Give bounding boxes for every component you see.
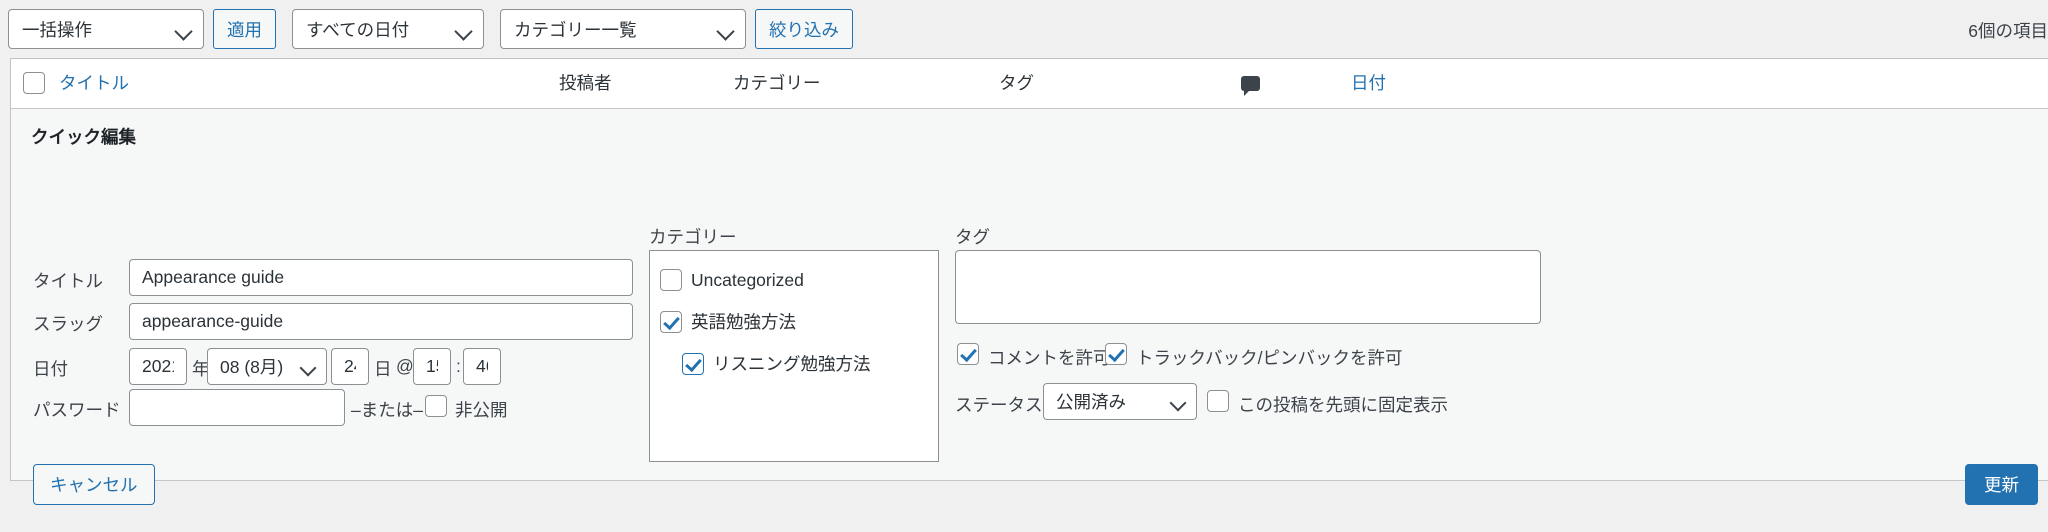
column-header-title[interactable]: タイトル — [59, 59, 129, 108]
sticky-post-label: この投稿を先頭に固定表示 — [1238, 395, 1448, 415]
allow-comments-label: コメントを許可 — [988, 348, 1111, 368]
posts-list-table: タイトル 投稿者 カテゴリー タグ 日付 クイック編集 タイトル スラッグ 日付… — [10, 58, 2048, 505]
categories-checklist[interactable]: Uncategorized 英語勉強方法 リスニング勉強方法 — [649, 250, 939, 462]
date-field-label: 日付 — [33, 359, 68, 379]
status-select[interactable]: 公開済み — [1043, 383, 1197, 420]
title-field-label: タイトル — [33, 271, 103, 291]
chevron-down-icon — [716, 22, 735, 41]
category-checkbox[interactable] — [660, 269, 682, 291]
wordpress-posts-list-screen: 一括操作 適用 すべての日付 カテゴリー一覧 絞り込み 6個の項目 タイトル 投… — [0, 0, 2048, 532]
date-month-select[interactable]: 08 (8月) — [207, 348, 327, 385]
quick-edit-heading: クイック編集 — [31, 127, 136, 147]
slug-input[interactable] — [129, 303, 633, 340]
update-button[interactable]: 更新 — [1965, 464, 2038, 505]
category-filter-value: カテゴリー一覧 — [514, 19, 637, 40]
category-item[interactable]: Uncategorized — [660, 269, 938, 291]
bulk-action-select[interactable]: 一括操作 — [8, 9, 204, 49]
category-label: Uncategorized — [691, 269, 804, 290]
allow-trackback-checkbox[interactable] — [1105, 343, 1127, 365]
column-header-category: カテゴリー — [733, 73, 821, 93]
bulk-action-value: 一括操作 — [22, 19, 92, 40]
date-month-value: 08 (8月) — [220, 357, 284, 377]
table-header-row: タイトル 投稿者 カテゴリー タグ 日付 — [11, 59, 2048, 109]
apply-button[interactable]: 適用 — [213, 9, 276, 49]
password-input[interactable] — [129, 389, 345, 426]
date-filter-value: すべての日付 — [306, 19, 410, 40]
category-item[interactable]: リスニング勉強方法 — [682, 351, 938, 376]
chevron-down-icon — [454, 22, 473, 41]
column-header-author: 投稿者 — [559, 73, 612, 93]
date-year-input[interactable] — [129, 348, 187, 385]
select-all-checkbox-cell — [23, 72, 45, 95]
or-separator-label: –または– — [351, 400, 423, 420]
category-checkbox[interactable] — [682, 352, 704, 375]
slug-field-label: スラッグ — [33, 314, 103, 334]
chevron-down-icon — [174, 22, 193, 41]
date-hour-input[interactable] — [413, 348, 451, 385]
tags-textarea[interactable] — [955, 250, 1541, 324]
title-input[interactable] — [129, 259, 633, 296]
column-header-date[interactable]: 日付 — [1351, 59, 1386, 108]
list-table-toolbar: 一括操作 適用 すべての日付 カテゴリー一覧 絞り込み 6個の項目 — [0, 0, 2048, 58]
date-day-input[interactable] — [331, 348, 369, 385]
category-label: 英語勉強方法 — [691, 312, 796, 332]
date-filter-select[interactable]: すべての日付 — [292, 9, 484, 49]
date-at-symbol: @ — [396, 356, 414, 376]
private-checkbox[interactable] — [425, 395, 447, 417]
tags-section-label: タグ — [955, 227, 990, 247]
cancel-button[interactable]: キャンセル — [33, 464, 155, 505]
status-value: 公開済み — [1056, 392, 1126, 412]
private-checkbox-label: 非公開 — [455, 400, 508, 420]
category-item[interactable]: 英語勉強方法 — [660, 309, 938, 334]
status-field-label: ステータス — [955, 395, 1043, 415]
date-day-unit-label: 日 — [374, 359, 392, 379]
date-minute-input[interactable] — [463, 348, 501, 385]
categories-section-label: カテゴリー — [649, 227, 737, 247]
filter-button[interactable]: 絞り込み — [755, 9, 853, 49]
column-header-tags: タグ — [999, 73, 1034, 93]
column-header-comments — [1241, 59, 1260, 108]
category-label: リスニング勉強方法 — [713, 354, 871, 374]
category-filter-select[interactable]: カテゴリー一覧 — [500, 9, 746, 49]
comment-bubble-icon — [1241, 75, 1260, 96]
password-field-label: パスワード — [33, 400, 121, 420]
chevron-down-icon — [299, 359, 317, 376]
allow-trackback-label: トラックバック/ピンバックを許可 — [1136, 348, 1403, 368]
item-count-label: 6個の項目 — [1968, 21, 2048, 41]
chevron-down-icon — [1169, 394, 1187, 411]
quick-edit-panel: クイック編集 タイトル スラッグ 日付 年 08 (8月) 日 @ : パスワー… — [11, 109, 2048, 505]
time-separator-label: : — [456, 356, 461, 376]
category-checkbox[interactable] — [660, 310, 682, 333]
allow-comments-checkbox[interactable] — [957, 343, 979, 365]
sticky-post-checkbox[interactable] — [1207, 390, 1229, 412]
select-all-checkbox[interactable] — [23, 72, 45, 95]
